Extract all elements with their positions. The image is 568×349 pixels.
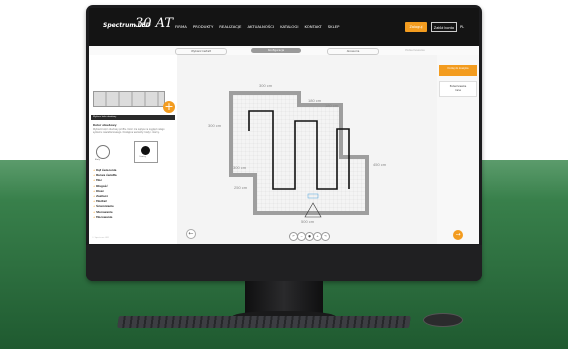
step-2-active[interactable]: Konfiguracja bbox=[251, 48, 301, 53]
panel-header: Wybierz kolor obudowy bbox=[91, 115, 175, 120]
register-button[interactable]: Załóż konto bbox=[431, 22, 457, 32]
section-description: Wybierz kolor obudowy profilu. Kolor ma … bbox=[93, 128, 165, 134]
summary-right-panel: Dodaj do koszyka Podsumowanie Cena → bbox=[437, 55, 479, 244]
summary-card: Podsumowanie Cena bbox=[439, 81, 477, 97]
nav-item-firma[interactable]: FIRMA bbox=[175, 24, 187, 29]
back-arrow-button[interactable]: ← bbox=[186, 229, 196, 239]
redo-icon[interactable]: ↷ bbox=[321, 232, 330, 241]
nav-item-produkty[interactable]: PRODUKTY bbox=[193, 24, 213, 29]
color-option-white[interactable] bbox=[96, 145, 110, 159]
dimension-label: 180 cm bbox=[325, 103, 339, 108]
footer-note: © Spectrum LED bbox=[92, 237, 109, 239]
dimension-label: 450 cm bbox=[373, 162, 387, 167]
floor-plan-drawing: 300 cm 180 cm 180 cm 300 cm 300 cm 450 c… bbox=[208, 83, 387, 224]
option-item[interactable]: Mocowanie bbox=[93, 215, 117, 220]
color-option-black-selected[interactable] bbox=[134, 141, 158, 163]
option-list: Kąt świecenia Barwa światła Moc Długość … bbox=[93, 168, 117, 220]
nav-item-katalogi[interactable]: KATALOGI bbox=[280, 24, 298, 29]
login-button[interactable]: Zaloguj bbox=[405, 22, 427, 32]
configurator-left-panel: + Wybierz kolor obudowy Kolor obudowy Wy… bbox=[89, 55, 177, 244]
color-option-white-label: Biały bbox=[95, 159, 100, 161]
dimension-label: 500 cm bbox=[301, 219, 315, 224]
step-3[interactable]: Akcesoria bbox=[327, 48, 379, 55]
step-bar: Wybierz kształt Konfiguracja Akcesoria P… bbox=[89, 46, 479, 55]
next-arrow-button[interactable]: → bbox=[453, 230, 463, 240]
dimension-label: 250 cm bbox=[234, 185, 248, 190]
dimension-label: 300 cm bbox=[233, 165, 247, 170]
top-navigation: Spectrum LED 30 AT FIRMA PRODUKTY REALIZ… bbox=[89, 8, 479, 46]
profile-preview-image bbox=[93, 91, 165, 107]
keyboard bbox=[117, 316, 411, 328]
add-segment-button[interactable]: + bbox=[163, 101, 175, 113]
dimension-label: 180 cm bbox=[308, 98, 322, 103]
mouse bbox=[423, 313, 463, 327]
color-option-black-label: Czarny bbox=[139, 156, 146, 158]
nav-item-aktualnosci[interactable]: AKTUALNOŚCI bbox=[247, 24, 274, 29]
nav-menu: FIRMA PRODUKTY REALIZACJE AKTUALNOŚCI KA… bbox=[175, 24, 339, 29]
monitor-stand bbox=[245, 281, 323, 313]
step-1[interactable]: Wybierz kształt bbox=[175, 48, 227, 55]
step-4[interactable]: Podsumowanie bbox=[395, 48, 435, 53]
dimension-label: 300 cm bbox=[208, 123, 222, 128]
black-dot-icon bbox=[141, 146, 150, 155]
nav-item-realizacje[interactable]: REALIZACJE bbox=[219, 24, 241, 29]
summary-card-subtitle: Cena bbox=[455, 88, 461, 92]
option-item[interactable]: Ściemnianie bbox=[93, 204, 117, 209]
nav-item-kontakt[interactable]: KONTAKT bbox=[304, 24, 321, 29]
monitor-screen: Spectrum LED 30 AT FIRMA PRODUKTY REALIZ… bbox=[89, 8, 479, 244]
dimension-label: 300 cm bbox=[259, 83, 273, 88]
section-title: Kolor obudowy bbox=[93, 123, 117, 127]
language-selector[interactable]: PL bbox=[460, 25, 464, 29]
monitor-chin bbox=[86, 245, 482, 281]
nav-item-sklep[interactable]: SKLEP bbox=[328, 24, 340, 29]
floor-plan-canvas[interactable]: 300 cm 180 cm 180 cm 300 cm 300 cm 450 c… bbox=[177, 55, 437, 244]
anniversary-logo: 30 AT bbox=[135, 16, 174, 31]
add-to-cart-button[interactable]: Dodaj do koszyka bbox=[439, 65, 477, 76]
